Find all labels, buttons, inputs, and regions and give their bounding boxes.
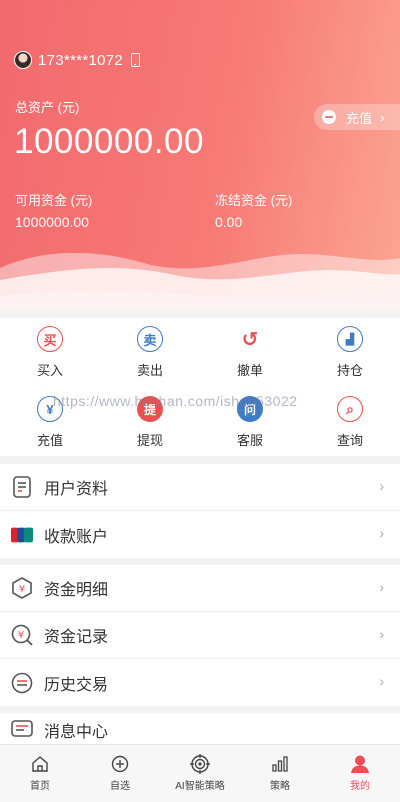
available-funds-label: 可用资金 (元): [15, 193, 93, 208]
fund-detail-icon: ¥: [11, 577, 33, 599]
tab-ai-strategy-label: AI智能策略: [175, 781, 225, 792]
chevron-right-icon: ›: [379, 525, 384, 541]
tab-watchlist-label: 自选: [110, 781, 130, 792]
action-withdraw-label: 提现: [136, 433, 163, 448]
svg-text:¥: ¥: [18, 630, 24, 641]
action-buy-label: 买入: [36, 363, 63, 378]
chevron-right-icon: ›: [379, 626, 384, 642]
tab-strategy[interactable]: 策略: [240, 745, 320, 802]
search-icon: ⌕: [337, 396, 363, 422]
message-icon: [11, 719, 33, 741]
home-icon: [29, 753, 51, 775]
action-cancel-order[interactable]: ↺ 撤单: [200, 326, 300, 379]
total-assets-label: 总资产 (元): [15, 100, 80, 115]
tab-home[interactable]: 首页: [0, 745, 80, 802]
action-query[interactable]: ⌕ 查询: [300, 396, 400, 449]
action-positions-label: 持仓: [336, 363, 363, 378]
chevron-right-icon: ›: [379, 673, 384, 689]
menu-item-label: 收款账户: [44, 528, 109, 546]
recharge-icon: [322, 110, 336, 124]
action-sell-label: 卖出: [136, 363, 163, 378]
menu-item-label: 历史交易: [44, 676, 109, 694]
tab-watchlist[interactable]: 自选: [80, 745, 160, 802]
recharge-button-label: 充值: [346, 110, 373, 126]
history-trade-icon: [11, 672, 33, 694]
add-favorite-icon: [109, 753, 131, 775]
action-cancel-order-label: 撤单: [236, 363, 263, 378]
menu-group-messages: 消息中心: [0, 713, 400, 744]
frozen-funds-value: 0.00: [215, 214, 243, 230]
chevron-right-icon: ›: [379, 478, 384, 494]
menu-item-label: 消息中心: [44, 723, 109, 741]
menu-item-user-profile[interactable]: 用户资料 ›: [0, 464, 400, 511]
positions-chart-icon: ▟: [337, 326, 363, 352]
profile-icon: [11, 476, 33, 498]
menu-item-label: 资金明细: [44, 582, 109, 599]
action-recharge-label: 充值: [36, 433, 63, 448]
action-buy[interactable]: 买 买入: [0, 326, 100, 379]
wave-decoration: [0, 252, 400, 310]
ai-strategy-icon: [189, 753, 211, 775]
bottom-tab-bar: 首页 自选 AI智能策略 策略 我的: [0, 744, 400, 802]
undo-icon: ↺: [241, 328, 259, 351]
menu-item-label: 用户资料: [44, 481, 109, 498]
menu-group-account: 用户资料 › 收款账户 ›: [0, 464, 400, 558]
menu-item-trade-history[interactable]: 历史交易 ›: [0, 659, 400, 706]
menu-item-fund-records[interactable]: ¥ 资金记录 ›: [0, 612, 400, 659]
buy-icon: 买: [37, 326, 63, 352]
mobile-phone-icon: [131, 53, 141, 67]
menu-item-fund-details[interactable]: ¥ 资金明细 ›: [0, 565, 400, 612]
unionpay-card-icon: [11, 524, 33, 546]
chevron-right-icon: ›: [379, 579, 384, 595]
assets-header: 173****1072 总资产 (元) 1000000.00 充值 › 可用资金…: [0, 0, 400, 310]
avatar[interactable]: [14, 51, 32, 69]
total-assets-value: 1000000.00: [14, 122, 204, 161]
recharge-button[interactable]: 充值 ›: [314, 104, 400, 130]
tab-my[interactable]: 我的: [320, 745, 400, 802]
my-profile-icon: [349, 753, 371, 775]
available-funds-value: 1000000.00: [15, 214, 89, 230]
tab-my-label: 我的: [350, 781, 370, 792]
menu-item-message-center[interactable]: 消息中心: [0, 713, 400, 744]
tab-home-label: 首页: [30, 781, 50, 792]
strategy-chart-icon: [269, 753, 291, 775]
chevron-right-icon: ›: [380, 109, 385, 125]
tab-strategy-label: 策略: [270, 781, 290, 792]
menu-group-funds: ¥ 资金明细 › ¥ 资金记录 › 历史交易 ›: [0, 565, 400, 706]
watermark-text: https://www.huzhan.com/ishop53022: [53, 393, 298, 409]
quick-actions-panel: 买 买入 卖 卖出 ↺ 撤单 ▟ 持仓 ¥ 充值 提 提现 问 客服 ⌕ 查询: [0, 318, 400, 456]
action-customer-service-label: 客服: [236, 433, 263, 448]
user-info-row: 173****1072: [14, 51, 141, 69]
fund-record-icon: ¥: [11, 624, 33, 646]
phone-number: 173****1072: [38, 51, 124, 69]
tab-ai-strategy[interactable]: AI智能策略: [160, 745, 240, 802]
frozen-funds-label: 冻结资金 (元): [215, 193, 293, 208]
action-positions[interactable]: ▟ 持仓: [300, 326, 400, 379]
svg-text:¥: ¥: [19, 584, 25, 595]
menu-item-label: 资金记录: [44, 629, 109, 646]
action-sell[interactable]: 卖 卖出: [100, 326, 200, 379]
sell-icon: 卖: [137, 326, 163, 352]
menu-item-payment-account[interactable]: 收款账户 ›: [0, 511, 400, 558]
action-query-label: 查询: [336, 433, 363, 448]
